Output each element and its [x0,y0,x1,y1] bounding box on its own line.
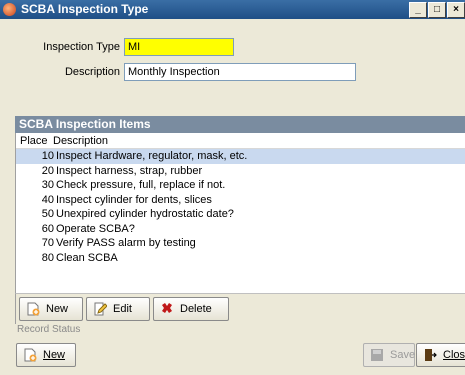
item-button-bar: New Edit Delete [15,293,465,324]
window-controls: _ □ × [408,2,465,18]
grid-header: Place Description [16,133,465,149]
new-document-icon [24,348,37,362]
app-icon [3,3,16,16]
close-window-button[interactable]: × [447,2,465,18]
row-description: Operate SCBA? [56,222,135,235]
row-place: 40 [41,193,54,206]
inspection-type-field[interactable]: MI [124,38,234,56]
inspection-items-header: SCBA Inspection Items [15,116,465,133]
column-header-place[interactable]: Place [20,134,48,149]
row-place: 20 [41,164,54,177]
row-place: 80 [41,251,54,264]
disk-icon [371,349,383,361]
row-description: Inspect harness, strap, rubber [56,164,203,177]
table-row[interactable]: 10 Inspect Hardware, regulator, mask, etc… [16,149,465,164]
inspection-items-grid: Place Description 10 Inspect Hardware, re… [15,133,465,293]
row-description: Inspect cylinder for dents, slices [56,193,212,206]
close-button[interactable]: Close [416,343,465,367]
row-place: 30 [41,179,54,191]
row-description: Clean SCBA [56,251,118,264]
row-place: 60 [41,222,54,235]
bottom-button-bar: New Save Close [15,337,465,375]
delete-item-button[interactable]: Delete [153,297,229,321]
grid-rows: 10 Inspect Hardware, regulator, mask, etc… [16,149,465,265]
window-title: SCBA Inspection Type [21,2,149,16]
row-description: Verify PASS alarm by testing [56,237,196,249]
row-place: 10 [41,150,54,162]
row-place: 70 [41,237,54,249]
save-button[interactable]: Save [363,343,415,367]
table-row[interactable]: 80 Clean SCBA [16,251,465,266]
table-row[interactable]: 30 Check pressure, full, replace if not. [16,178,465,193]
row-description: Unexpired cylinder hydrostatic date? [56,208,234,220]
record-status: Record Status [17,324,81,335]
inspection-type-label: Inspection Type [43,41,120,53]
row-description: Inspect Hardware, regulator, mask, etc. [56,150,248,162]
minimize-button[interactable]: _ [409,2,427,18]
edit-item-button[interactable]: Edit [86,297,150,321]
table-row[interactable]: 20 Inspect harness, strap, rubber [16,164,465,179]
new-record-button[interactable]: New [16,343,76,367]
table-row[interactable]: 70 Verify PASS alarm by testing [16,236,465,251]
new-item-button[interactable]: New [19,297,83,321]
row-description: Check pressure, full, replace if not. [56,179,226,191]
delete-icon [162,303,172,313]
inspection-type-form: Inspection Type MI Description Monthly I… [0,19,465,114]
description-field[interactable]: Monthly Inspection [124,63,356,81]
row-place: 50 [41,208,54,220]
table-row[interactable]: 40 Inspect cylinder for dents, slices [16,193,465,208]
description-label: Description [64,66,120,78]
exit-door-icon [425,349,437,361]
edit-icon [94,302,107,316]
table-row[interactable]: 50 Unexpired cylinder hydrostatic date? [16,207,465,222]
column-header-description[interactable]: Description [53,134,108,149]
title-bar: SCBA Inspection Type _ □ × [0,0,465,19]
table-row[interactable]: 60 Operate SCBA? [16,222,465,237]
new-document-icon [27,302,40,316]
maximize-button[interactable]: □ [428,2,446,18]
